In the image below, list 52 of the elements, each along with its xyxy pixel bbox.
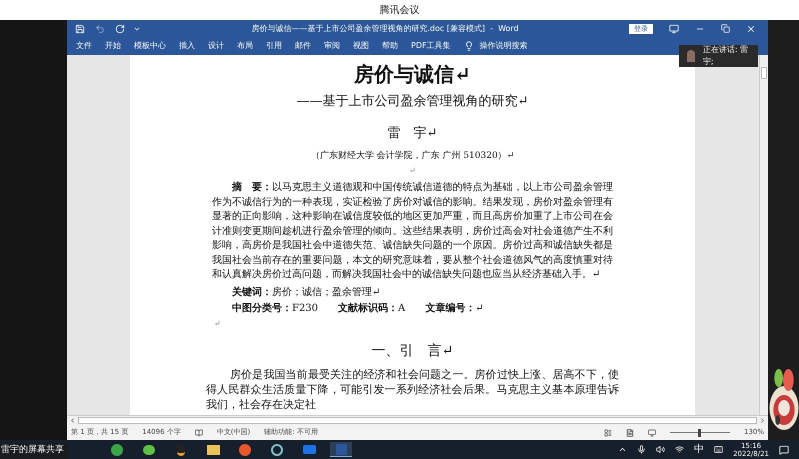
microphone-icon[interactable] <box>637 445 646 454</box>
ribbon-tab[interactable]: 布局 <box>237 40 253 52</box>
ribbon-tab[interactable]: 文件 <box>76 40 92 52</box>
speaker-icon[interactable] <box>656 445 666 454</box>
ribbon-tab[interactable]: 插入 <box>179 40 195 52</box>
scroll-left-icon[interactable] <box>69 417 76 424</box>
ribbon-tab[interactable]: 开始 <box>105 40 121 52</box>
classification-line: 中图分类号：F230 文献标识码：A 文章编号：↵ <box>231 301 485 316</box>
paragraph-mark: ↵ <box>409 165 416 177</box>
horizontal-scrollbar[interactable] <box>67 415 768 425</box>
ribbon-tab[interactable]: 设计 <box>208 40 224 52</box>
abstract-paragraph: 摘 要：以马克思主义道德观和中国传统诚信道德的特点为基础，以上市公司盈余管理作为不诚信行为的一种表现，实证检验了房价对诚信的影响。结果发现，房价对盈余管理有显著的正向影响，这种影响在诚信度较低的地区更加严重，而且高房价加重了上市公司在会计准则变更期间趁机进行盈余管理的倾向。这些结果表明，房价过高会对社会道德产生不利影响，高房价是我国社会中道德失范、诚信缺失问题的一个原因。房价过高和诚信缺失都是我国社会当前存在的重要问题，本文的研究意味着，要从整个社会道德风气的高度慎重对待和认真解决房价过高问题，而解决我国社会中的诚信缺失问题也应当从经济基础入手。↵ <box>212 181 613 282</box>
ime-indicator[interactable]: 中 <box>694 442 704 457</box>
meeting-title: 腾讯会议 <box>380 4 420 18</box>
close-icon[interactable] <box>746 24 756 34</box>
keyboard-icon[interactable] <box>714 445 724 454</box>
ribbon-tab[interactable]: 模板中心 <box>134 40 166 52</box>
ribbon-tab[interactable]: 引用 <box>266 40 282 52</box>
ribbon-tab[interactable]: 视图 <box>353 40 369 52</box>
zoom-slider[interactable] <box>670 428 730 436</box>
notification-icon[interactable] <box>779 444 789 454</box>
web-layout-icon[interactable] <box>648 428 656 436</box>
speaker-text: 正在讲话: 雷宇; <box>702 44 750 68</box>
tray-expand-icon[interactable] <box>618 445 628 454</box>
ribbon-tab[interactable]: 审阅 <box>324 40 340 52</box>
ribbon-tab[interactable]: PDF工具集 <box>411 40 451 52</box>
paragraph-mark: ↵ <box>213 318 221 330</box>
section-heading: 一、引 言↵ <box>372 342 454 360</box>
proofing-icon[interactable] <box>194 428 203 436</box>
ribbon-tab[interactable]: 邮件 <box>295 40 311 52</box>
share-label-text: 雷宇的屏幕共享 <box>1 444 64 458</box>
restore-icon[interactable] <box>721 24 730 33</box>
vertical-scrollbar[interactable] <box>759 55 768 415</box>
lightbulb-icon <box>464 41 474 51</box>
window-title: 房价与诚信——基于上市公司盈余管理视角的研究.doc [兼容模式] - Word <box>251 22 519 34</box>
print-layout-icon[interactable] <box>626 428 634 436</box>
ribbon-tab[interactable]: 帮助 <box>382 40 398 52</box>
affiliation: （广东财经大学 会计学院，广东 广州 510320）↵ <box>310 150 514 163</box>
avatar-icon <box>687 50 695 62</box>
network-icon[interactable] <box>675 445 684 454</box>
ribbon-display-icon[interactable] <box>669 24 679 34</box>
document-title: 房价与诚信↵ <box>354 61 471 87</box>
word-app-icon[interactable] <box>330 442 352 457</box>
redo-icon[interactable] <box>115 24 125 34</box>
keywords-line: 关键词：房价；诚信；盈余管理↵ <box>231 286 382 300</box>
document-subtitle: ——基于上市公司盈余管理视角的研究↵ <box>296 93 528 111</box>
save-icon[interactable] <box>75 24 85 34</box>
body-paragraph: 房价是我国当前最受关注的经济和社会问题之一。房价过快上涨、居高不下，使得人民群众生活质量下降，可能引发一系列经济社会后果。马克思主义基本原理告诉我们，社会存在决定社 <box>206 366 619 412</box>
read-mode-icon[interactable] <box>604 428 612 436</box>
tell-me-search[interactable]: 操作说明搜索 <box>480 40 528 52</box>
author-name: 雷 宇↵ <box>388 125 438 143</box>
scroll-right-icon[interactable] <box>759 417 766 424</box>
